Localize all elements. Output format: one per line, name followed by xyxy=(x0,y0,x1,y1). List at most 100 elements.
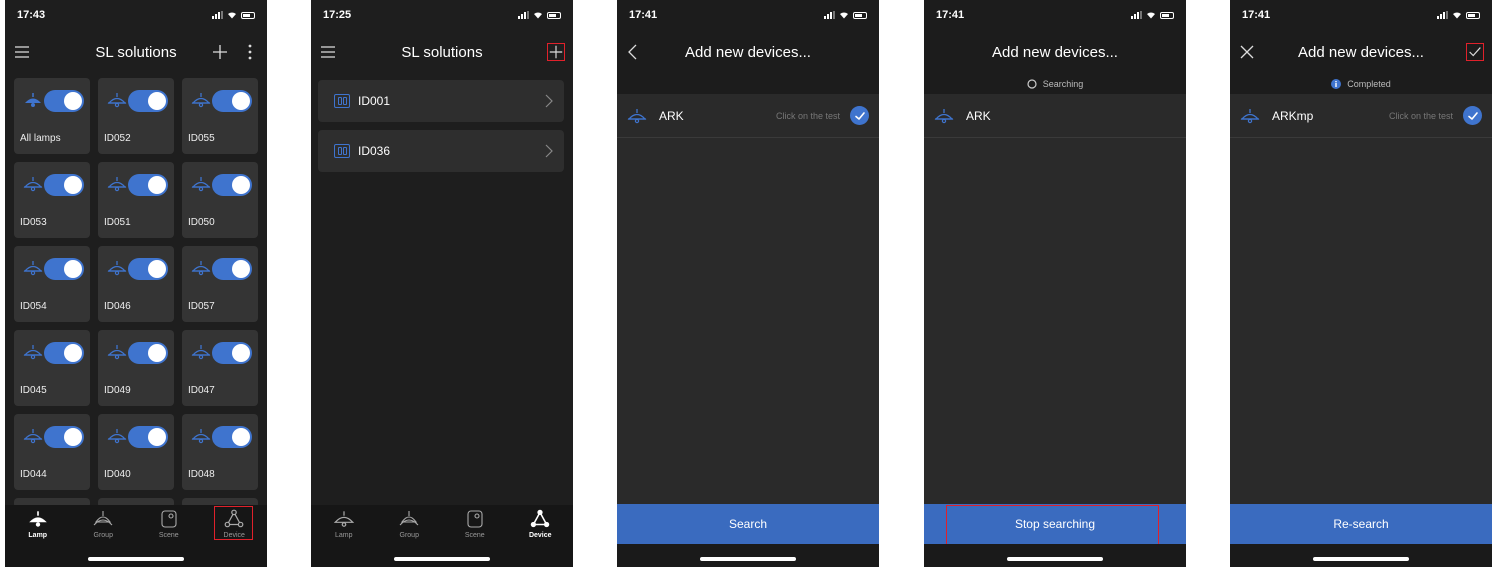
lamp-toggle[interactable] xyxy=(212,174,252,196)
re-search-button[interactable]: Re-search xyxy=(1230,504,1492,544)
scene-icon xyxy=(161,510,177,528)
lamp-solid-icon xyxy=(28,511,47,527)
lamp-tile[interactable]: ID053 xyxy=(14,162,90,238)
lamp-tile[interactable]: ID045 xyxy=(14,330,90,406)
lamp-toggle[interactable] xyxy=(44,342,84,364)
lamp-tile[interactable]: ID052 xyxy=(98,78,174,154)
lamp-name: ID045 xyxy=(20,385,47,396)
list-item[interactable]: ARK xyxy=(924,94,1186,138)
wifi-icon xyxy=(228,12,236,19)
lamp-toggle[interactable] xyxy=(128,342,168,364)
close-icon[interactable] xyxy=(1238,43,1256,61)
lamp-tile[interactable]: ID049 xyxy=(98,330,174,406)
phone-screen-devices: 17:25 SL solutions ID001 ID036 Lamp Grou… xyxy=(311,0,573,567)
add-icon[interactable] xyxy=(211,43,229,61)
lamp-name: ID048 xyxy=(188,469,215,480)
signal-icon xyxy=(212,11,223,19)
battery-icon xyxy=(547,11,561,19)
phone-screen-add-devices: 17:41 Add new devices... ARK Click on th… xyxy=(617,0,879,567)
lamp-toggle[interactable] xyxy=(212,90,252,112)
signal-icon xyxy=(1437,11,1448,19)
lamp-name: ID044 xyxy=(20,469,47,480)
lamp-toggle[interactable] xyxy=(128,258,168,280)
lamp-icon xyxy=(107,344,127,360)
lamp-tile[interactable]: All lamps xyxy=(14,78,90,154)
lamp-toggle[interactable] xyxy=(212,258,252,280)
bottom-strip xyxy=(1230,544,1492,567)
lamp-toggle[interactable] xyxy=(128,174,168,196)
lamp-tile[interactable]: ID051 xyxy=(98,162,174,238)
device-name: ID001 xyxy=(358,94,391,108)
home-indicator xyxy=(1007,557,1103,561)
check-icon[interactable] xyxy=(850,106,869,125)
tab-label: Scene xyxy=(158,532,179,539)
lamp-name: All lamps xyxy=(20,133,61,144)
list-item[interactable]: ARKmp Click on the test xyxy=(1230,94,1492,138)
lamp-toggle[interactable] xyxy=(212,426,252,448)
lamp-toggle[interactable] xyxy=(44,426,84,448)
tab-label: Scene xyxy=(464,532,485,539)
phone-screen-lamps: 17:43 SL solutions All lamps ID052 ID055… xyxy=(5,0,267,567)
signal-icon xyxy=(518,11,529,19)
lamp-tile[interactable]: ID044 xyxy=(14,414,90,490)
lamp-tile[interactable]: ID050 xyxy=(182,162,258,238)
tab-group[interactable]: Group xyxy=(377,509,443,549)
list-item[interactable]: ID001 xyxy=(318,80,564,122)
lamp-name: ID055 xyxy=(188,133,215,144)
list-item[interactable]: ARK Click on the test xyxy=(617,94,879,138)
tab-scene[interactable]: Scene xyxy=(442,509,508,549)
device-name: ARK xyxy=(659,108,684,123)
lamp-icon xyxy=(23,344,43,360)
confirm-check-icon[interactable] xyxy=(1466,43,1484,61)
lamp-name: ID057 xyxy=(188,301,215,312)
tab-label: Group xyxy=(399,532,419,539)
bottom-strip xyxy=(924,544,1186,567)
home-indicator xyxy=(1313,557,1409,561)
page-title: Add new devices... xyxy=(685,43,811,61)
tab-device[interactable]: Device xyxy=(508,509,574,549)
lamp-tile[interactable]: ID057 xyxy=(182,246,258,322)
status-bar: 17:41 xyxy=(924,0,1186,30)
lamp-toggle[interactable] xyxy=(128,426,168,448)
page-title: Add new devices... xyxy=(1298,43,1424,61)
lamp-tile[interactable]: ID040 xyxy=(98,414,174,490)
more-vertical-icon[interactable] xyxy=(241,43,259,61)
lamp-toggle[interactable] xyxy=(44,90,84,112)
list-item[interactable]: ID036 xyxy=(318,130,564,172)
lamp-icon xyxy=(934,108,954,124)
add-icon[interactable] xyxy=(547,43,565,61)
lamp-toggle[interactable] xyxy=(212,342,252,364)
tab-scene[interactable]: Scene xyxy=(136,509,202,549)
device-name: ARK xyxy=(966,108,991,123)
check-icon[interactable] xyxy=(1463,106,1482,125)
status-time: 17:25 xyxy=(323,9,352,21)
back-icon[interactable] xyxy=(625,43,643,61)
lamp-icon xyxy=(191,428,211,444)
tab-group[interactable]: Group xyxy=(71,509,137,549)
lamp-tile[interactable]: ID048 xyxy=(182,414,258,490)
search-button[interactable]: Search xyxy=(617,504,879,544)
lamp-tile[interactable]: ID055 xyxy=(182,78,258,154)
lamp-tile[interactable]: ID046 xyxy=(98,246,174,322)
gateway-icon xyxy=(334,94,350,108)
lamp-icon xyxy=(23,428,43,444)
nav-bar: SL solutions xyxy=(5,30,267,74)
lamp-toggle[interactable] xyxy=(44,174,84,196)
menu-icon[interactable] xyxy=(13,43,31,61)
lamp-tile[interactable]: ID054 xyxy=(14,246,90,322)
lamp-toggle[interactable] xyxy=(44,258,84,280)
test-hint[interactable]: Click on the test xyxy=(776,111,840,121)
menu-icon[interactable] xyxy=(319,43,337,61)
battery-icon xyxy=(1160,11,1174,19)
lamp-name: ID050 xyxy=(188,217,215,228)
lamp-name: ID054 xyxy=(20,301,47,312)
lamp-tile[interactable]: ID047 xyxy=(182,330,258,406)
lamp-toggle[interactable] xyxy=(128,90,168,112)
test-hint[interactable]: Click on the test xyxy=(1389,111,1453,121)
device-network-icon xyxy=(531,509,550,528)
status-time: 17:43 xyxy=(17,9,46,21)
lamp-icon xyxy=(627,108,647,124)
tab-lamp[interactable]: Lamp xyxy=(5,509,71,549)
lamp-name: ID040 xyxy=(104,469,131,480)
tab-lamp[interactable]: Lamp xyxy=(311,509,377,549)
